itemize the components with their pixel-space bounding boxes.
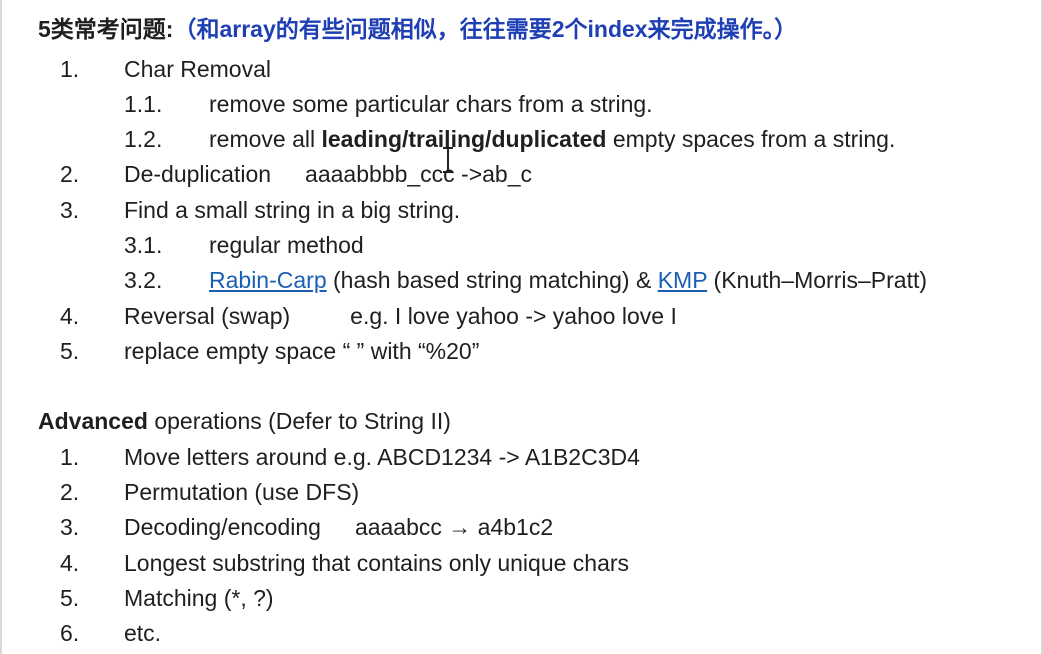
item-label: Reversal (swap) [124, 303, 291, 329]
text-cursor-icon [443, 147, 453, 173]
item-text: Char Removal [124, 56, 271, 82]
item-text: Move letters around e.g. ABCD1234 -> A1B… [124, 444, 640, 470]
item-number: 1. [60, 444, 80, 470]
item-number: 1.1. [124, 91, 163, 117]
item-number: 5. [60, 585, 80, 611]
text-post: (Knuth–Morris–Pratt) [707, 267, 928, 293]
advanced-heading: Advanced operations (Defer to String II) [38, 406, 451, 436]
item-text: De-duplication aaaabbbb_ccc ->ab_c [124, 159, 532, 189]
item-number: 5. [60, 338, 80, 364]
item-example: e.g. I love yahoo -> yahoo love I [350, 303, 677, 329]
item-text: Decoding/encoding aaaabcc → a4b1c2 [124, 512, 553, 542]
item-text: Reversal (swap) e.g. I love yahoo -> yaho… [124, 301, 677, 331]
advanced-title-bold: Advanced [38, 408, 148, 434]
item-number: 2. [60, 161, 80, 187]
heading-note: （和array的有些问题相似，往往需要2个index来完成操作。） [173, 16, 798, 42]
item-number: 4. [60, 550, 80, 576]
heading-main: 5类常考问题: [38, 16, 174, 42]
text-post: empty spaces from a string. [606, 126, 896, 152]
item-label: De-duplication [124, 161, 272, 187]
item-text: replace empty space “ ” with “%20” [124, 338, 480, 364]
item-number: 3.2. [124, 267, 163, 293]
item-example: aaaabcc → a4b1c2 [354, 514, 554, 540]
item-text: etc. [124, 620, 162, 646]
item-text: Rabin-Carp (hash based string matching) … [209, 265, 927, 295]
kmp-link[interactable]: KMP [658, 267, 707, 293]
item-number: 3.1. [124, 232, 163, 258]
text-bold: leading/trailing/duplicated [321, 126, 607, 152]
item-text: Matching (*, ?) [124, 585, 274, 611]
item-example: aaaabbbb_ccc ->ab_c [305, 161, 533, 187]
item-number: 4. [60, 303, 80, 329]
item-number: 3. [60, 514, 80, 540]
item-number: 2. [60, 479, 80, 505]
item-label: Decoding/encoding [124, 514, 321, 540]
item-number: 6. [60, 620, 80, 646]
item-number: 1.2. [124, 126, 163, 152]
item-number: 3. [60, 197, 80, 223]
item-text: remove all leading/trailing/duplicated e… [209, 124, 895, 154]
text-pre: remove all [209, 126, 322, 152]
item-text: regular method [209, 232, 364, 258]
item-text: Find a small string in a big string. [124, 197, 461, 223]
slide-heading: 5类常考问题:（和array的有些问题相似，往往需要2个index来完成操作。） [38, 14, 797, 44]
rabin-carp-link[interactable]: Rabin-Carp [209, 267, 327, 293]
item-text: remove some particular chars from a stri… [209, 91, 653, 117]
text-mid: (hash based string matching) & [326, 267, 658, 293]
item-text: Permutation (use DFS) [124, 479, 360, 505]
item-text: Longest substring that contains only uni… [124, 550, 630, 576]
advanced-title-rest: operations (Defer to String II) [147, 408, 451, 434]
item-number: 1. [60, 56, 80, 82]
